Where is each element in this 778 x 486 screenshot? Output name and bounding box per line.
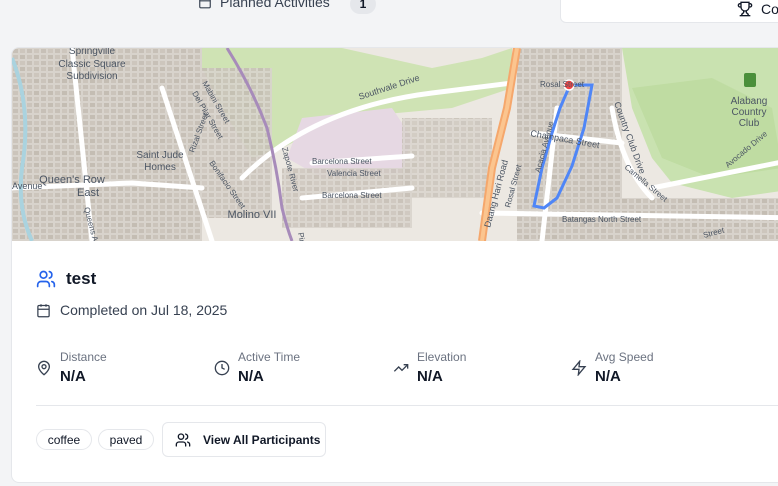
users-icon xyxy=(36,270,56,288)
view-all-participants-button[interactable]: View All Participants xyxy=(162,422,326,457)
map-label-rosal: Rosal Street xyxy=(540,80,585,89)
map-label-molino: Molino VII xyxy=(228,209,277,221)
clock-icon xyxy=(214,360,230,376)
activity-title-row: test xyxy=(36,269,96,289)
map-label-east: East xyxy=(77,187,99,199)
tab-planned-label: Planned Activities xyxy=(220,0,330,10)
completed-date: Completed on Jul 18, 2025 xyxy=(60,302,228,318)
map-label-valencia: Valencia Street xyxy=(327,169,381,178)
stat-label: Elevation xyxy=(417,350,467,364)
stat-label: Distance xyxy=(60,350,107,364)
map-label-subdivision: Subdivision xyxy=(66,71,117,82)
map-label-country: Country xyxy=(731,107,766,118)
map-pin-icon xyxy=(37,360,51,376)
stat-value: N/A xyxy=(60,368,86,385)
calendar-icon xyxy=(199,0,211,9)
tab-planned-activities[interactable]: Planned Activities xyxy=(198,0,330,10)
map-label-barcelona-1: Barcelona Street xyxy=(312,157,372,166)
map-label-saint-jude: Saint Jude xyxy=(136,150,184,161)
stat-label: Avg Speed xyxy=(595,350,654,364)
top-tab-bar: Planned Activities 1 Co xyxy=(0,0,778,23)
map-label-alabang: Alabang xyxy=(731,96,768,107)
completed-tab-pill[interactable]: Co xyxy=(560,0,778,23)
map-label-batangas: Batangas North Street xyxy=(562,215,642,224)
golf-icon xyxy=(744,73,756,87)
tag-paved: paved xyxy=(98,429,154,450)
stat-value: N/A xyxy=(238,368,264,385)
map-label-classic-square: Classic Square xyxy=(58,59,126,70)
map-label-avenue: Avenue xyxy=(12,181,42,191)
planned-count-badge: 1 xyxy=(350,0,376,14)
stat-label: Active Time xyxy=(238,350,301,364)
route-map[interactable]: Springville Classic Square Subdivision S… xyxy=(12,48,778,241)
map-label-queens-row: Queen's Row xyxy=(39,174,105,186)
trophy-icon xyxy=(737,1,753,17)
stat-value: N/A xyxy=(417,368,443,385)
stat-value: N/A xyxy=(595,368,621,385)
map-label-barcelona-2: Barcelona Street xyxy=(322,191,382,200)
tag-coffee: coffee xyxy=(36,429,92,450)
zap-icon xyxy=(571,360,587,376)
map-label-club: Club xyxy=(739,118,760,129)
activity-title: test xyxy=(66,269,97,288)
activity-card: Springville Classic Square Subdivision S… xyxy=(11,47,778,483)
completed-date-row: Completed on Jul 18, 2025 xyxy=(36,302,227,318)
map-label-homes: Homes xyxy=(144,162,176,173)
view-all-participants-label: View All Participants xyxy=(203,432,321,447)
users-icon xyxy=(175,432,191,447)
map-label-springville: Springville xyxy=(69,48,116,57)
trending-up-icon xyxy=(393,364,409,372)
calendar-icon xyxy=(37,303,50,317)
card-divider xyxy=(36,405,778,406)
completed-tab-label: Co xyxy=(761,1,778,17)
